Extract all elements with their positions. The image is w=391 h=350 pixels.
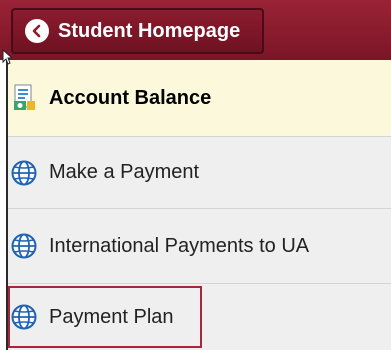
- menu-item-make-a-payment[interactable]: Make a Payment: [8, 137, 391, 209]
- mouse-cursor-icon: [2, 49, 12, 65]
- header-bar: Student Homepage: [0, 0, 391, 60]
- menu-item-international-payments[interactable]: International Payments to UA: [8, 209, 391, 284]
- payment-plan-highlight: [8, 286, 202, 348]
- menu-item-label: Account Balance: [49, 86, 212, 109]
- chevron-left-icon: [25, 19, 49, 43]
- menu-item-label: International Payments to UA: [49, 234, 310, 257]
- menu-item-label: Make a Payment: [49, 161, 200, 183]
- menu-item-account-balance[interactable]: Account Balance: [8, 60, 391, 137]
- account-balance-icon: [10, 84, 38, 112]
- back-button-label: Student Homepage: [58, 19, 241, 42]
- globe-icon: [10, 159, 38, 187]
- back-to-student-homepage-button[interactable]: Student Homepage: [11, 8, 264, 54]
- globe-icon: [10, 232, 38, 260]
